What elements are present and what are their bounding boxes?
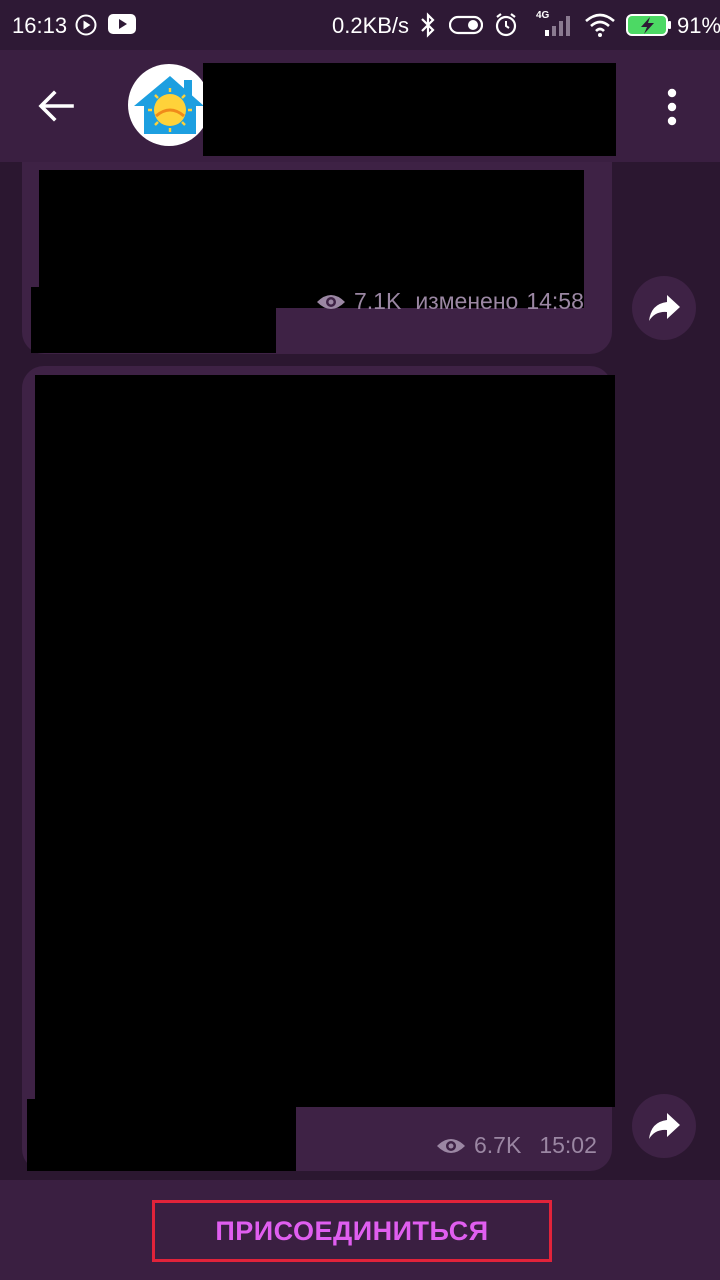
telegram-channel-screen: 16:13 0.2KB/s 4G 91% 7.1K изменено 14:58… xyxy=(0,0,720,1280)
channel-avatar[interactable] xyxy=(128,64,210,146)
message-bubble[interactable]: 7.1K изменено 14:58 xyxy=(22,162,612,354)
message-bubble[interactable]: 6.7K 15:02 xyxy=(22,366,615,1171)
chat-header xyxy=(0,50,720,162)
channel-title-redacted[interactable] xyxy=(203,63,616,156)
alarm-icon xyxy=(495,13,517,37)
battery-charging-icon xyxy=(626,14,671,36)
battery-percent: 91% xyxy=(677,13,720,38)
share-arrow-icon xyxy=(649,295,680,321)
message-text-redacted xyxy=(27,1099,296,1171)
views-count: 7.1K xyxy=(354,288,402,314)
message-meta: 7.1K изменено 14:58 xyxy=(316,288,584,315)
sun-house-logo-icon xyxy=(134,76,204,134)
views-count: 6.7K xyxy=(474,1132,522,1158)
message-media-redacted xyxy=(35,375,615,1107)
share-arrow-icon xyxy=(649,1113,680,1139)
toggle-icon xyxy=(449,15,483,35)
play-circle-icon xyxy=(75,14,97,36)
message-time: 15:02 xyxy=(539,1132,597,1158)
status-time: 16:13 xyxy=(12,13,68,38)
arrow-left-icon[interactable] xyxy=(30,80,82,132)
status-bar: 16:13 0.2KB/s 4G 91% xyxy=(0,0,720,50)
message-time: 14:58 xyxy=(526,288,584,314)
network-speed: 0.2KB/s xyxy=(332,13,410,38)
message-list[interactable]: 7.1K изменено 14:58 6.7K 15:02 xyxy=(0,162,720,1180)
message-meta: 6.7K 15:02 xyxy=(436,1132,597,1159)
forward-button[interactable] xyxy=(632,276,696,340)
eye-icon xyxy=(437,1138,465,1153)
signal-icon xyxy=(545,16,570,36)
youtube-icon xyxy=(108,14,136,34)
eye-icon xyxy=(317,294,345,309)
more-vertical-icon[interactable] xyxy=(652,84,692,130)
wifi-icon xyxy=(585,13,615,37)
join-bar: ПРИСОЕДИНИТЬСЯ xyxy=(0,1180,720,1280)
message-text-redacted xyxy=(31,287,276,353)
join-channel-button[interactable]: ПРИСОЕДИНИТЬСЯ xyxy=(152,1200,552,1262)
bluetooth-icon xyxy=(421,12,435,38)
edited-label: изменено xyxy=(415,288,519,314)
forward-button[interactable] xyxy=(632,1094,696,1158)
